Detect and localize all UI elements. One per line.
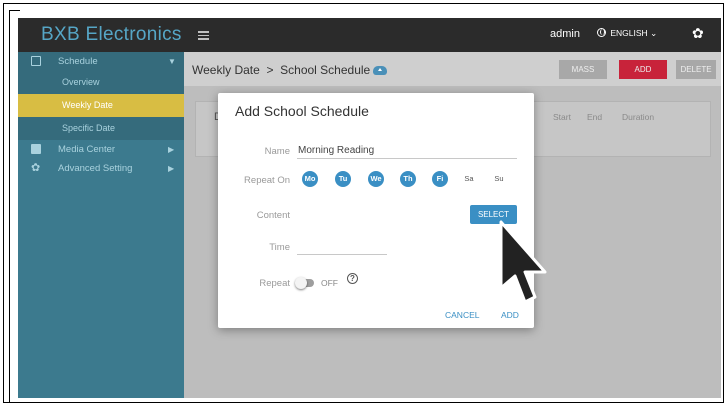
column-header-start: Start — [553, 112, 571, 122]
delete-button[interactable]: DELETE — [676, 60, 716, 79]
day-toggle-su[interactable]: Su — [491, 171, 507, 187]
chevron-right-icon: ▶ — [168, 164, 175, 173]
chevron-right-icon: ▶ — [168, 145, 175, 154]
sidebar-item-label: Media Center — [58, 144, 116, 155]
time-input[interactable] — [297, 254, 387, 255]
folder-icon — [31, 144, 41, 154]
breadcrumb-text: Weekly Date > School Schedule — [192, 63, 371, 77]
day-toggle-mo[interactable]: Mo — [302, 171, 318, 187]
sidebar-item-advanced-setting[interactable]: ✿ Advanced Setting ▶ — [18, 159, 184, 178]
brand-logo: BXB Electronics — [18, 18, 184, 52]
globe-icon — [597, 28, 606, 37]
gear-icon: ✿ — [31, 162, 41, 174]
repeat-on-label: Repeat On — [244, 175, 290, 186]
sidebar: BXB Electronics Schedule ▼ Overview Week… — [18, 18, 184, 398]
repeat-toggle[interactable] — [295, 277, 314, 289]
column-header-duration: Duration — [622, 112, 655, 122]
day-toggle-fi[interactable]: Fi — [432, 171, 448, 187]
name-label: Name — [264, 146, 290, 157]
calendar-icon — [31, 56, 41, 66]
language-selector[interactable]: ENGLISH ⌄ — [597, 28, 657, 39]
top-bar: admin ENGLISH ⌄ ✿ — [184, 18, 721, 52]
sidebar-subitem-specific-date[interactable]: Specific Date — [18, 117, 184, 140]
name-input-underline — [297, 158, 517, 159]
sidebar-item-label: Schedule — [58, 56, 98, 67]
app-window: BXB Electronics Schedule ▼ Overview Week… — [18, 18, 721, 398]
repeat-state: OFF — [321, 278, 338, 288]
sidebar-item-schedule[interactable]: Schedule ▼ — [18, 52, 184, 71]
chevron-down-icon: ▼ — [168, 57, 176, 66]
repeat-label: Repeat — [259, 278, 290, 289]
toggle-knob — [295, 277, 307, 289]
column-header-end: End — [587, 112, 603, 122]
sidebar-item-label: Advanced Setting — [58, 163, 133, 174]
sidebar-item-media-center[interactable]: Media Center ▶ — [18, 140, 184, 159]
gear-icon[interactable]: ✿ — [692, 25, 704, 42]
breadcrumb: Weekly Date > School Schedule — [192, 63, 388, 77]
cancel-button[interactable]: CANCEL — [445, 310, 479, 320]
cloud-upload-icon[interactable] — [373, 66, 388, 75]
add-button[interactable]: ADD — [619, 60, 667, 79]
language-label: ENGLISH — [610, 28, 648, 38]
sidebar-subitem-weekly-date[interactable]: Weekly Date — [18, 94, 184, 117]
mass-button[interactable]: MASS — [559, 60, 607, 79]
cursor-arrow-icon — [499, 220, 547, 304]
help-icon[interactable]: ? — [347, 273, 358, 284]
add-schedule-dialog: Add School Schedule Name Morning Reading… — [218, 93, 534, 328]
name-input[interactable]: Morning Reading — [298, 145, 374, 156]
page-header: Weekly Date > School Schedule MASS ADD D… — [184, 52, 721, 86]
time-label: Time — [269, 242, 290, 253]
chevron-down-icon: ⌄ — [650, 28, 658, 38]
sidebar-subitem-overview[interactable]: Overview — [18, 71, 184, 94]
day-toggle-tu[interactable]: Tu — [335, 171, 351, 187]
frame-line — [9, 10, 10, 402]
user-name[interactable]: admin — [550, 28, 580, 40]
day-toggle-we[interactable]: We — [368, 171, 384, 187]
content-label: Content — [256, 210, 290, 221]
day-toggle-sa[interactable]: Sa — [461, 171, 477, 187]
menu-icon[interactable] — [198, 31, 209, 40]
frame-line — [10, 10, 20, 11]
dialog-title: Add School Schedule — [235, 103, 369, 119]
day-toggle-th[interactable]: Th — [400, 171, 416, 187]
